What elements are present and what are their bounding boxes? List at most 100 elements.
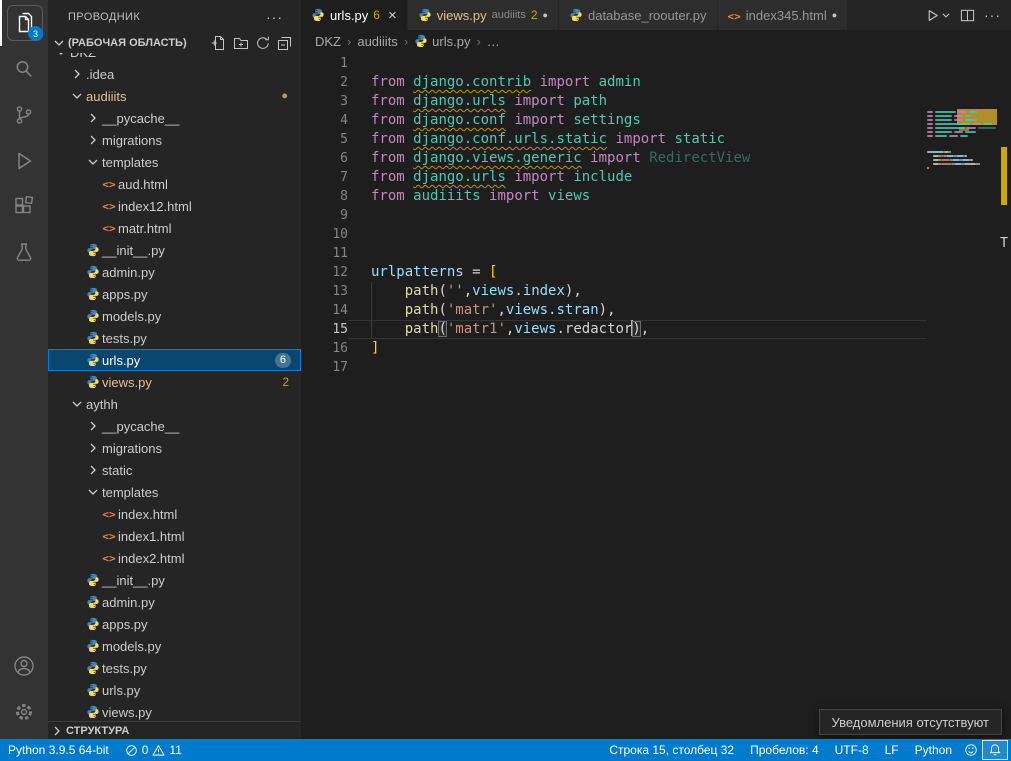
tab-database_roouter.py[interactable]: database_roouter.py xyxy=(559,0,718,30)
tree-item-migrations[interactable]: migrations xyxy=(48,129,301,151)
tree-item-__pycache__[interactable]: __pycache__ xyxy=(48,415,301,437)
run-python-file-button[interactable] xyxy=(925,8,951,23)
breadcrumb-DKZ[interactable]: DKZ xyxy=(315,34,341,49)
more-actions-icon[interactable]: ··· xyxy=(984,7,1001,23)
code-line-12[interactable]: 12urlpatterns = [ xyxy=(301,263,1011,282)
indentation-item[interactable]: Пробелов: 4 xyxy=(742,739,827,761)
tree-item-.idea[interactable]: .idea xyxy=(48,63,301,85)
cursor-position-item[interactable]: Строка 15, столбец 32 xyxy=(601,739,742,761)
code-editor[interactable]: 12from django.contrib import admin3from … xyxy=(301,52,1011,739)
code-line-14[interactable]: 14 path('matr',views.stran), xyxy=(301,301,1011,320)
chevron-down-icon xyxy=(84,153,102,171)
python-interpreter-item[interactable]: Python 3.9.5 64-bit xyxy=(0,739,117,761)
tree-item-__init__.py[interactable]: __init__.py xyxy=(48,239,301,261)
collapse-all-icon[interactable] xyxy=(277,35,293,51)
tree-item-tests.py[interactable]: tests.py xyxy=(48,657,301,679)
tree-item-audiiits[interactable]: audiiits● xyxy=(48,85,301,107)
activity-item-settings[interactable] xyxy=(0,689,48,735)
chevron-down-icon xyxy=(84,483,102,501)
tree-item-urls.py[interactable]: urls.py6 xyxy=(48,349,301,371)
code-line-13[interactable]: 13 path('',views.index), xyxy=(301,282,1011,301)
line-number: 7 xyxy=(301,168,348,187)
close-icon[interactable]: × xyxy=(388,8,397,23)
feedback-item[interactable] xyxy=(960,739,982,761)
code-line-4[interactable]: 4from django.conf import settings xyxy=(301,111,1011,130)
notification-toast[interactable]: Уведомления отсутствуют xyxy=(819,709,1002,735)
tree-item-aud.html[interactable]: <>aud.html xyxy=(48,173,301,195)
new-folder-icon[interactable] xyxy=(233,35,249,51)
activity-item-search[interactable] xyxy=(0,46,48,92)
tab-index345.html[interactable]: <>index345.html● xyxy=(718,0,849,30)
problems-item[interactable]: 0 11 xyxy=(117,739,190,761)
status-bar: Python 3.9.5 64-bit 0 11 Строка 15, стол… xyxy=(0,739,1011,761)
problems-count: 2 xyxy=(282,375,289,389)
tree-item-apps.py[interactable]: apps.py xyxy=(48,613,301,635)
tree-item-label: aud.html xyxy=(118,177,168,192)
activity-item-explorer[interactable]: 3 xyxy=(0,0,48,46)
tree-item-index2.html[interactable]: <>index2.html xyxy=(48,547,301,569)
tree-item-apps.py[interactable]: apps.py xyxy=(48,283,301,305)
code-line-7[interactable]: 7from django.urls import include xyxy=(301,168,1011,187)
tree-item-tests.py[interactable]: tests.py xyxy=(48,327,301,349)
refresh-icon[interactable] xyxy=(255,35,271,51)
account-icon xyxy=(7,649,41,683)
code-line-10[interactable]: 10 xyxy=(301,225,1011,244)
activity-item-source-control[interactable] xyxy=(0,92,48,138)
encoding-item[interactable]: UTF-8 xyxy=(827,739,877,761)
tree-item-index.html[interactable]: <>index.html xyxy=(48,503,301,525)
code-line-9[interactable]: 9 xyxy=(301,206,1011,225)
tree-item-templates[interactable]: templates xyxy=(48,481,301,503)
tree-item-admin.py[interactable]: admin.py xyxy=(48,261,301,283)
code-line-6[interactable]: 6from django.views.generic import Redire… xyxy=(301,149,1011,168)
tree-item-views.py[interactable]: views.py xyxy=(48,701,301,721)
breadcrumb-…[interactable]: … xyxy=(487,34,500,49)
tree-item-__init__.py[interactable]: __init__.py xyxy=(48,569,301,591)
overview-ruler[interactable] xyxy=(997,104,1011,739)
tree-item-urls.py[interactable]: urls.py xyxy=(48,679,301,701)
outline-section-header[interactable]: СТРУКТУРА xyxy=(48,721,301,739)
new-file-icon[interactable] xyxy=(211,35,227,51)
tree-item-index12.html[interactable]: <>index12.html xyxy=(48,195,301,217)
testing-beaker-icon xyxy=(7,236,41,270)
code-line-15[interactable]: 15 path('matr1',views.redactor), xyxy=(301,320,1011,339)
code-line-17[interactable]: 17 xyxy=(301,358,1011,377)
code-line-16[interactable]: 16] xyxy=(301,339,1011,358)
tree-item-views.py[interactable]: views.py 2 xyxy=(48,371,301,393)
code-line-11[interactable]: 11 xyxy=(301,244,1011,263)
tree-item-migrations[interactable]: migrations xyxy=(48,437,301,459)
chevron-down-icon xyxy=(68,87,86,105)
sidebar-more-actions-icon[interactable]: ··· xyxy=(266,9,283,25)
tree-item-models.py[interactable]: models.py xyxy=(48,305,301,327)
eol-item[interactable]: LF xyxy=(877,739,907,761)
tree-item-aythh[interactable]: aythh xyxy=(48,393,301,415)
code-line-1[interactable]: 1 xyxy=(301,54,1011,73)
workspace-section-header[interactable]: (РАБОЧАЯ ОБЛАСТЬ) ... xyxy=(48,33,301,53)
code-line-2[interactable]: 2from django.contrib import admin xyxy=(301,73,1011,92)
tree-item-matr.html[interactable]: <>matr.html xyxy=(48,217,301,239)
activity-item-run-debug[interactable] xyxy=(0,138,48,184)
code-line-8[interactable]: 8from audiiits import views xyxy=(301,187,1011,206)
python-file-icon xyxy=(84,263,102,281)
sidebar-explorer: ПРОВОДНИК ··· DKZ.ideaaudiiits●__pycache… xyxy=(48,0,301,739)
language-mode-item[interactable]: Python xyxy=(907,739,960,761)
split-editor-button[interactable] xyxy=(960,8,975,23)
breadcrumb-urls.py[interactable]: urls.py xyxy=(414,34,470,49)
tree-item-index1.html[interactable]: <>index1.html xyxy=(48,525,301,547)
code-line-3[interactable]: 3from django.urls import path xyxy=(301,92,1011,111)
tree-item-models.py[interactable]: models.py xyxy=(48,635,301,657)
activity-item-testing[interactable] xyxy=(0,230,48,276)
activity-item-extensions[interactable] xyxy=(0,184,48,230)
tree-item-static[interactable]: static xyxy=(48,459,301,481)
minimap[interactable] xyxy=(927,106,997,174)
tab-urls.py[interactable]: urls.py6× xyxy=(301,0,408,30)
notifications-bell-button[interactable] xyxy=(982,740,1008,760)
tab-views.py[interactable]: views.pyaudiiits2● xyxy=(408,0,559,30)
code-line-5[interactable]: 5from django.conf.urls.static import sta… xyxy=(301,130,1011,149)
tree-item-label: views.py xyxy=(102,375,152,390)
tree-item-__pycache__[interactable]: __pycache__ xyxy=(48,107,301,129)
breadcrumb-audiiits[interactable]: audiiits xyxy=(357,34,397,49)
explorer-badge: 3 xyxy=(28,26,43,41)
tree-item-admin.py[interactable]: admin.py xyxy=(48,591,301,613)
activity-item-account[interactable] xyxy=(0,643,48,689)
tree-item-templates[interactable]: templates xyxy=(48,151,301,173)
